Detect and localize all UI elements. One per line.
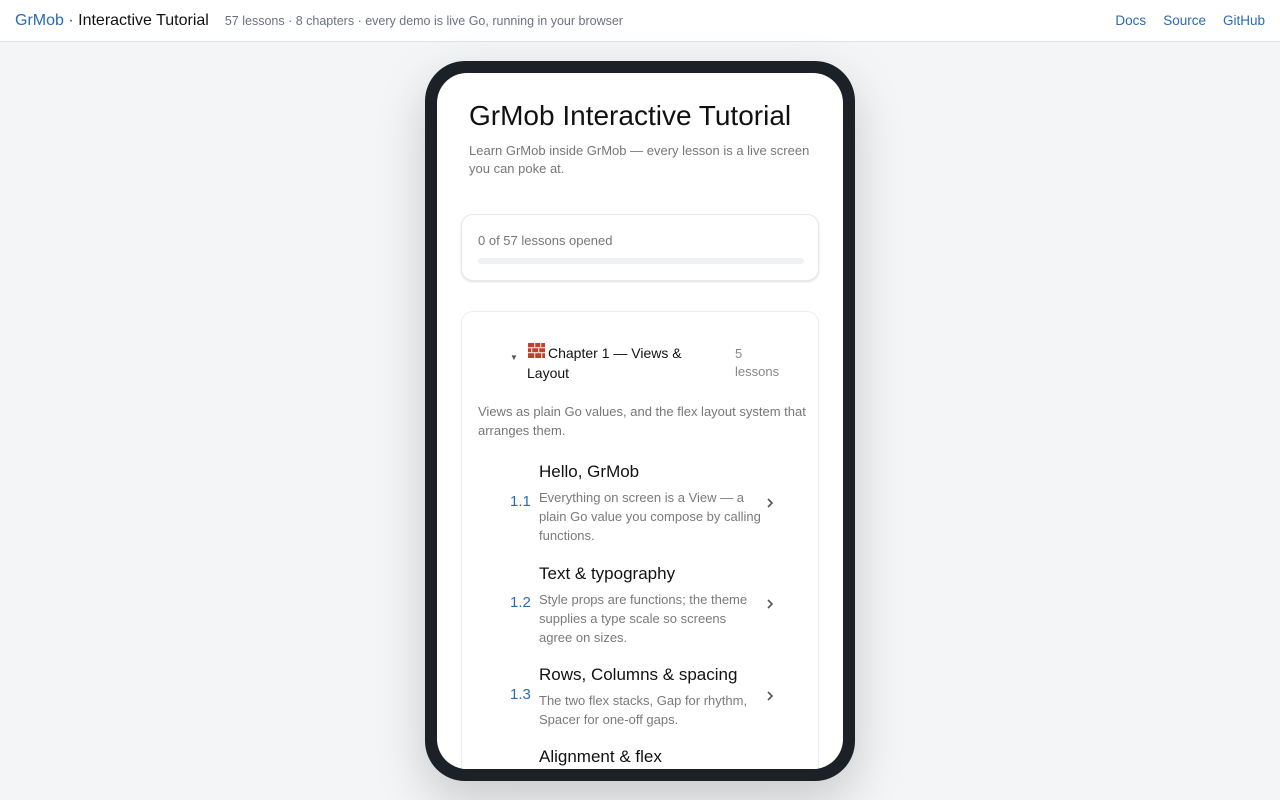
lesson-title: Alignment & flex: [539, 747, 662, 766]
lesson-description: The two flex stacks, Gap for rhythm, Spa…: [539, 693, 748, 727]
brand-link[interactable]: GrMob: [15, 12, 64, 29]
lesson-title: Hello, GrMob: [539, 462, 640, 481]
tagline: 57 lessons · 8 chapters · every demo is …: [224, 13, 623, 28]
chevron-right-icon: [767, 498, 774, 508]
lesson-title: Text & typography: [539, 564, 676, 583]
lesson-title: Rows, Columns & spacing: [539, 665, 738, 684]
progress-bar: [478, 258, 804, 264]
progress-text: 0 of 57 lessons opened: [478, 233, 613, 248]
nav-link-source[interactable]: Source: [1163, 13, 1206, 28]
chapter-card: ▼ Chapter 1 — Views & Layout 5 lessons V…: [461, 311, 819, 769]
lesson-number: 1.1: [510, 493, 531, 510]
nav-link-github[interactable]: GitHub: [1223, 13, 1265, 28]
brand-title: Interactive Tutorial: [78, 11, 209, 29]
phone-frame: GrMob Interactive Tutorial Learn GrMob i…: [425, 61, 855, 781]
chapter-description: Views as plain Go values, and the flex l…: [478, 404, 806, 438]
brand-separator: ·: [63, 11, 79, 29]
phone-screen[interactable]: GrMob Interactive Tutorial Learn GrMob i…: [437, 73, 843, 769]
lesson-item[interactable]: 1.1 Hello, GrMob Everything on screen is…: [510, 462, 778, 546]
chevron-right-icon: [767, 599, 774, 609]
chapter-lesson-count: 5 lessons: [735, 346, 780, 379]
brand: GrMob · Interactive Tutorial: [15, 12, 209, 30]
page-subtitle: Learn GrMob inside GrMob — every lesson …: [469, 143, 810, 176]
chevron-right-icon: [767, 691, 774, 701]
chevron-down-icon: ▼: [510, 353, 518, 362]
lesson-description: Everything on screen is a View — a plain…: [539, 490, 761, 543]
chapter-header-toggle[interactable]: ▼ Chapter 1 — Views & Layout 5 lessons: [510, 343, 779, 383]
lesson-item[interactable]: 1.2 Text & typography Style props are fu…: [510, 564, 778, 648]
lesson-item[interactable]: 1.3 Rows, Columns & spacing The two flex…: [510, 665, 778, 729]
nav-link-docs[interactable]: Docs: [1115, 13, 1146, 28]
top-bar: GrMob · Interactive Tutorial 57 lessons …: [0, 0, 1280, 42]
lesson-number: 1.2: [510, 594, 531, 611]
progress-card: 0 of 57 lessons opened: [461, 214, 819, 281]
page-title: GrMob Interactive Tutorial: [469, 100, 792, 131]
chapter-title: Chapter 1 — Views & Layout: [527, 345, 682, 381]
nav-links: Docs Source GitHub: [1115, 13, 1265, 28]
lesson-description: Style props are functions; the theme sup…: [539, 592, 748, 645]
lesson-number: 1.3: [510, 686, 531, 703]
lesson-item[interactable]: Alignment & flex: [510, 747, 778, 769]
